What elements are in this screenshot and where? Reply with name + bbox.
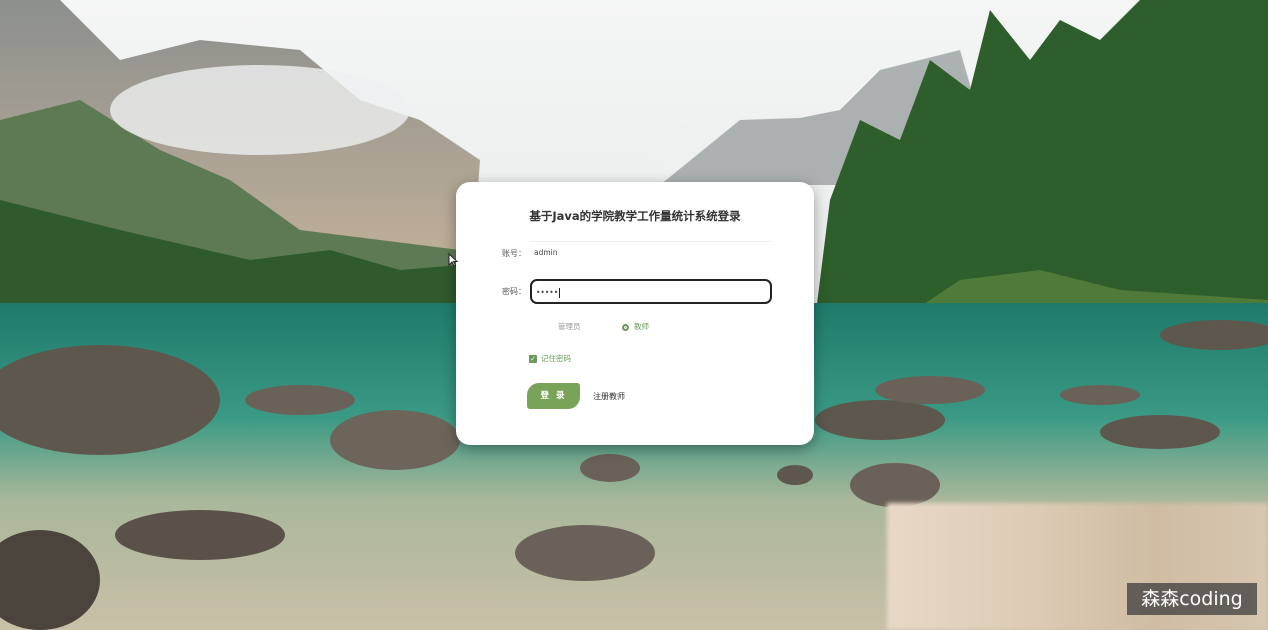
- checkbox-check-icon: ✓: [529, 355, 537, 363]
- role-admin-label: 管理员: [558, 322, 581, 331]
- watermark: 森森coding: [1127, 583, 1257, 615]
- username-label: 账号：: [502, 249, 526, 258]
- role-teacher-label: 教师: [634, 322, 649, 331]
- username-value: admin: [534, 248, 558, 257]
- text-caret: [559, 288, 561, 298]
- role-radio-admin[interactable]: 管理员: [558, 321, 581, 332]
- login-card: 基于Java的学院教学工作量统计系统登录 账号： admin 密码： •••••…: [456, 182, 814, 445]
- username-input[interactable]: admin: [530, 241, 772, 263]
- password-value: •••••: [536, 288, 559, 297]
- remember-password-label: 记住密码: [541, 354, 571, 363]
- password-label: 密码：: [502, 287, 526, 296]
- password-input[interactable]: •••••: [530, 279, 772, 304]
- remember-password-checkbox[interactable]: ✓ 记住密码: [529, 353, 571, 364]
- login-button[interactable]: 登 录: [527, 383, 580, 409]
- mouse-cursor-icon: [448, 252, 459, 271]
- login-title: 基于Java的学院教学工作量统计系统登录: [529, 209, 741, 223]
- register-teacher-link[interactable]: 注册教师: [593, 391, 625, 402]
- role-radio-teacher[interactable]: 教师: [622, 321, 649, 332]
- radio-icon: [622, 323, 629, 331]
